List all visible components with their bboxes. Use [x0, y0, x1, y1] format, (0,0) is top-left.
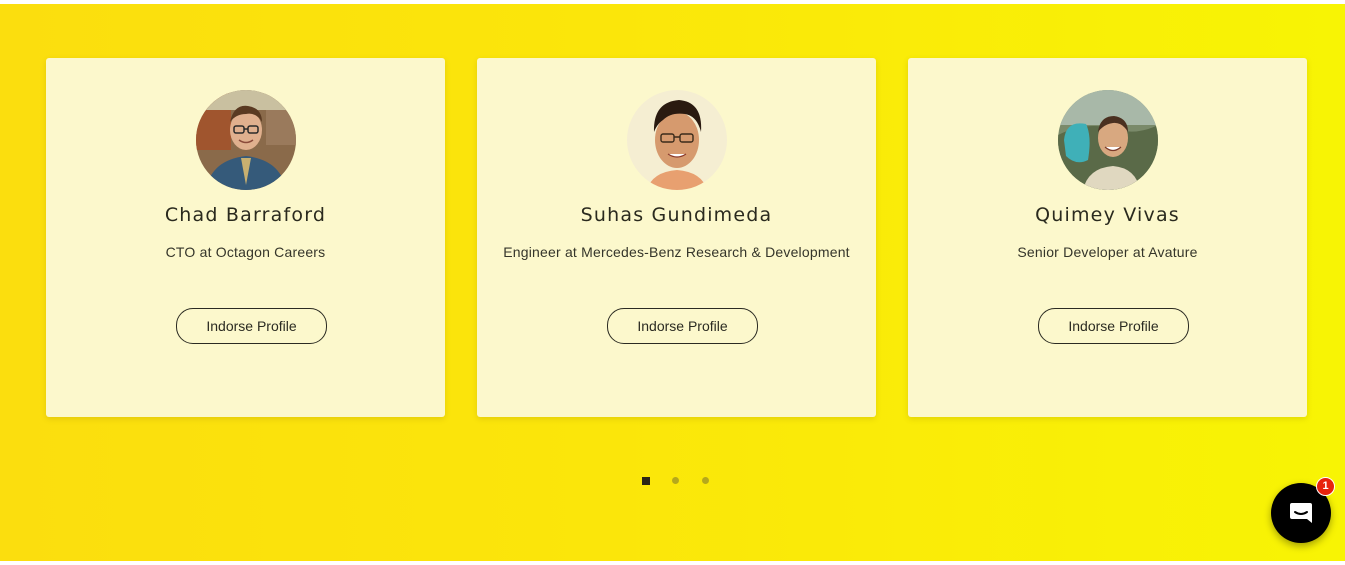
profile-name: Suhas Gundimeda: [580, 204, 773, 226]
profile-avatar: [1058, 90, 1158, 190]
profile-avatar: [627, 90, 727, 190]
testimonials-section: Chad Barraford CTO at Octagon Careers In…: [0, 4, 1345, 561]
indorse-profile-button[interactable]: Indorse Profile: [1038, 308, 1189, 344]
profile-card: Suhas Gundimeda Engineer at Mercedes-Ben…: [477, 58, 876, 417]
notification-badge: 1: [1316, 477, 1335, 496]
carousel-dot-1[interactable]: [642, 477, 650, 485]
carousel-dot-3[interactable]: [702, 477, 709, 484]
profile-card: Quimey Vivas Senior Developer at Avature…: [908, 58, 1307, 417]
person-photo-avatar: [196, 90, 296, 190]
profile-name: Quimey Vivas: [1035, 204, 1180, 226]
profile-role: CTO at Octagon Careers: [165, 244, 326, 260]
indorse-profile-button[interactable]: Indorse Profile: [607, 308, 758, 344]
person-photo-avatar: [1058, 90, 1158, 190]
profile-card: Chad Barraford CTO at Octagon Careers In…: [46, 58, 445, 417]
carousel-pagination: [642, 477, 712, 485]
carousel-dot-2[interactable]: [672, 477, 679, 484]
profile-avatar: [196, 90, 296, 190]
person-photo-avatar: [627, 90, 727, 190]
profile-role: Senior Developer at Avature: [1017, 244, 1198, 260]
indorse-profile-button[interactable]: Indorse Profile: [176, 308, 327, 344]
chat-bubble-icon: [1288, 501, 1314, 530]
profile-name: Chad Barraford: [164, 204, 327, 226]
profile-role: Engineer at Mercedes-Benz Research & Dev…: [503, 244, 850, 260]
